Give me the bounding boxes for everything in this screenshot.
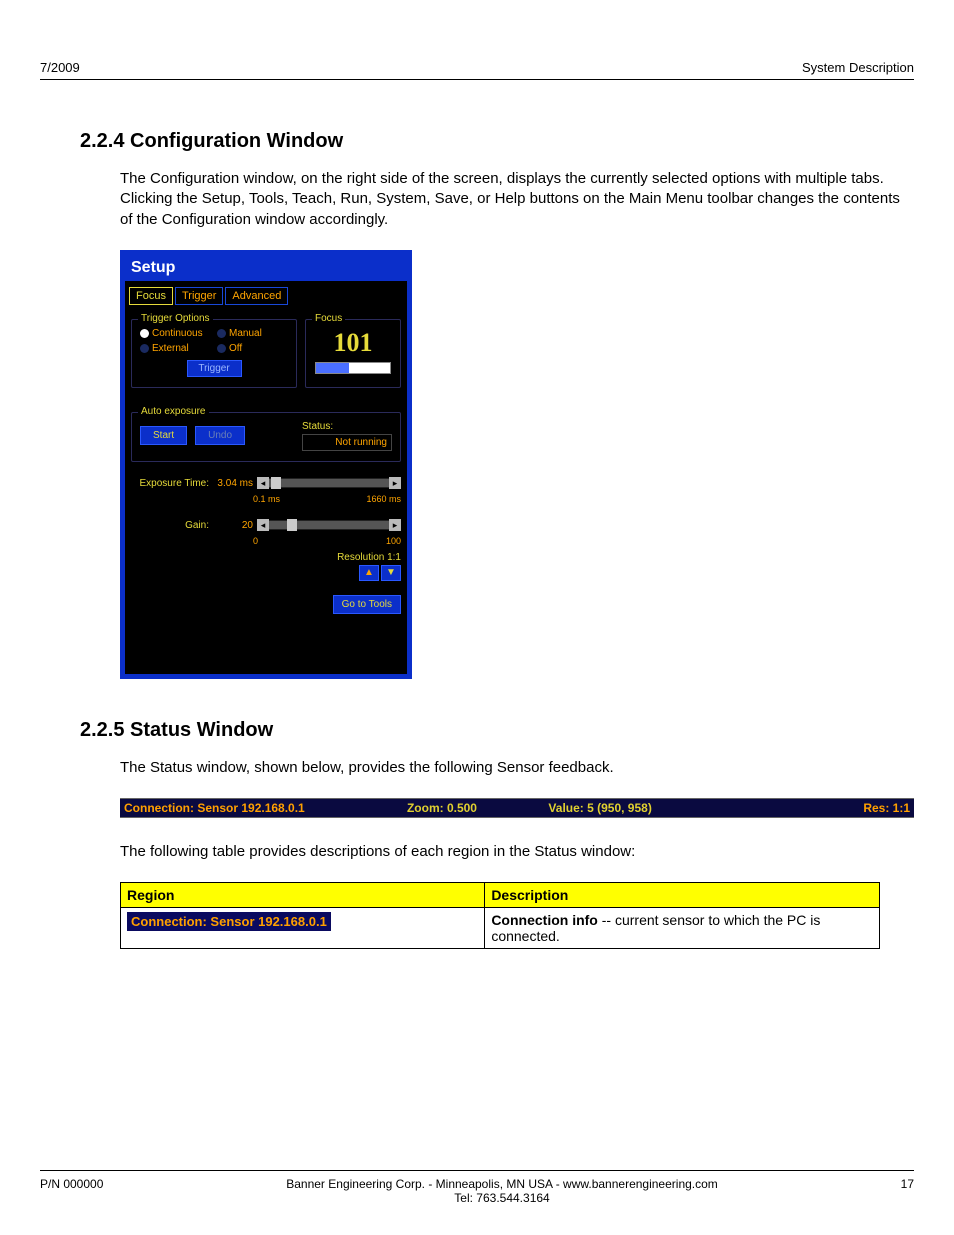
exposure-max: 1660 ms xyxy=(366,494,401,504)
chevron-up-icon[interactable]: ▲ xyxy=(359,565,379,581)
gain-slider[interactable]: ◂ ▸ xyxy=(257,516,401,536)
radio-dot-icon xyxy=(217,344,226,353)
statusbar-zoom: Zoom: 0.500 xyxy=(407,801,548,815)
exposure-slider[interactable]: ◂ ▸ xyxy=(257,474,401,494)
tab-advanced[interactable]: Advanced xyxy=(225,287,288,305)
footer-center-line1: Banner Engineering Corp. - Minneapolis, … xyxy=(103,1177,900,1191)
statusbar-value: Value: 5 (950, 958) xyxy=(548,801,784,815)
focus-progress xyxy=(315,362,391,374)
focus-progress-fill xyxy=(316,363,349,373)
resolution-row: Resolution 1:1 ▲ ▼ xyxy=(131,552,401,581)
focus-group: Focus 101 xyxy=(305,319,401,388)
slider-left-icon[interactable]: ◂ xyxy=(257,519,269,531)
start-button[interactable]: Start xyxy=(140,426,187,445)
tab-focus[interactable]: Focus xyxy=(129,287,173,305)
statusbar-connection: Connection: Sensor 192.168.0.1 xyxy=(124,801,407,815)
radio-label: Continuous xyxy=(152,328,203,339)
radio-label: External xyxy=(152,343,189,354)
slider-thumb-icon[interactable] xyxy=(287,519,297,531)
focus-legend: Focus xyxy=(312,313,345,324)
radio-dot-icon xyxy=(140,329,149,338)
header-section: System Description xyxy=(802,60,914,75)
statusbar-res: Res: 1:1 xyxy=(784,801,910,815)
exposure-row: Exposure Time: 3.04 ms ◂ ▸ xyxy=(131,474,401,494)
status-bar: Connection: Sensor 192.168.0.1 Zoom: 0.5… xyxy=(120,798,914,818)
focus-value: 101 xyxy=(314,328,392,358)
radio-manual[interactable]: Manual xyxy=(217,328,288,339)
page-footer: P/N 000000 Banner Engineering Corp. - Mi… xyxy=(40,1170,914,1205)
radio-external[interactable]: External xyxy=(140,343,211,354)
desc-cell: Connection info -- current sensor to whi… xyxy=(485,908,880,949)
resolution-spinner[interactable]: ▲ ▼ xyxy=(359,565,401,581)
gain-label: Gain: xyxy=(131,520,209,531)
exposure-min: 0.1 ms xyxy=(253,494,280,504)
slider-right-icon[interactable]: ▸ xyxy=(389,519,401,531)
trigger-options-group: Trigger Options Continuous Manual Ext xyxy=(131,319,297,388)
region-table: Region Description Connection: Sensor 19… xyxy=(120,882,880,949)
section-heading-status: 2.2.5 Status Window xyxy=(80,719,914,742)
exposure-value: 3.04 ms xyxy=(213,478,253,489)
exposure-label: Exposure Time: xyxy=(131,478,209,489)
resolution-label: Resolution 1:1 xyxy=(337,552,401,563)
header-date: 7/2009 xyxy=(40,60,80,75)
section-body-status: The Status window, shown below, provides… xyxy=(120,758,914,778)
gain-value: 20 xyxy=(213,520,253,531)
region-pill-connection: Connection: Sensor 192.168.0.1 xyxy=(127,912,331,931)
radio-label: Manual xyxy=(229,328,262,339)
trigger-button[interactable]: Trigger xyxy=(187,360,242,377)
status-label: Status: xyxy=(302,421,392,432)
slider-thumb-icon[interactable] xyxy=(271,477,281,489)
footer-center-line2: Tel: 763.544.3164 xyxy=(103,1191,900,1205)
setup-title: Setup xyxy=(125,255,407,281)
table-intro: The following table provides description… xyxy=(120,842,914,862)
chevron-down-icon[interactable]: ▼ xyxy=(381,565,401,581)
undo-button[interactable]: Undo xyxy=(195,426,245,445)
radio-off[interactable]: Off xyxy=(217,343,288,354)
radio-dot-icon xyxy=(217,329,226,338)
th-region: Region xyxy=(121,883,485,908)
th-description: Description xyxy=(485,883,880,908)
slider-right-icon[interactable]: ▸ xyxy=(389,477,401,489)
radio-continuous[interactable]: Continuous xyxy=(140,328,211,339)
slider-left-icon[interactable]: ◂ xyxy=(257,477,269,489)
auto-exposure-group: Auto exposure Start Undo Status: Not run… xyxy=(131,412,401,462)
setup-panel: Setup Focus Trigger Advanced Trigger Opt… xyxy=(120,250,412,679)
page-header: 7/2009 System Description xyxy=(40,60,914,80)
radio-label: Off xyxy=(229,343,242,354)
gain-min: 0 xyxy=(253,536,258,546)
go-to-tools-button[interactable]: Go to Tools xyxy=(333,595,401,614)
tab-trigger[interactable]: Trigger xyxy=(175,287,223,305)
tab-row: Focus Trigger Advanced xyxy=(125,281,407,315)
footer-left: P/N 000000 xyxy=(40,1177,103,1191)
section-body-config: The Configuration window, on the right s… xyxy=(120,169,914,230)
section-heading-config: 2.2.4 Configuration Window xyxy=(80,130,914,153)
trigger-options-legend: Trigger Options xyxy=(138,313,213,324)
radio-dot-icon xyxy=(140,344,149,353)
desc-bold: Connection info xyxy=(491,912,598,928)
status-value: Not running xyxy=(302,434,392,451)
footer-page-number: 17 xyxy=(901,1177,914,1191)
gain-max: 100 xyxy=(386,536,401,546)
table-row: Connection: Sensor 192.168.0.1 Connectio… xyxy=(121,908,880,949)
auto-exposure-legend: Auto exposure xyxy=(138,406,209,417)
gain-row: Gain: 20 ◂ ▸ xyxy=(131,516,401,536)
